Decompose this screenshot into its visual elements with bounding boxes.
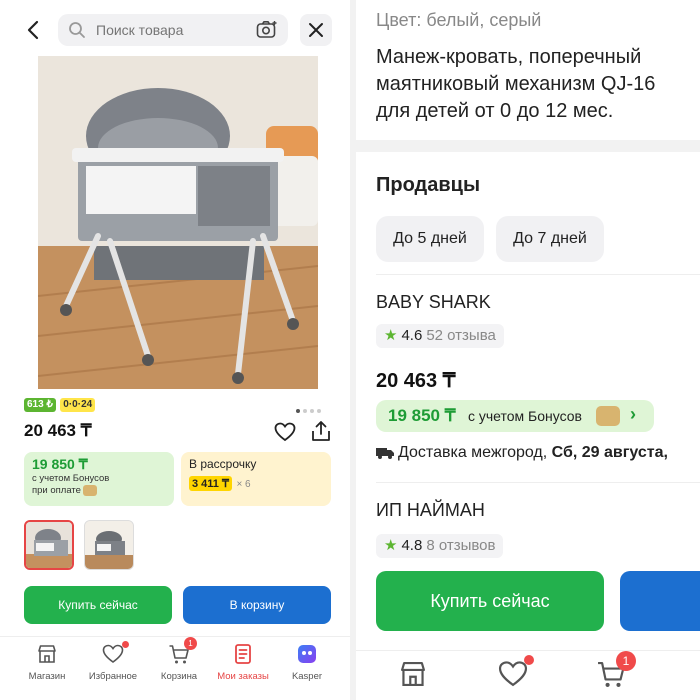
sellers-heading: Продавцы — [376, 174, 481, 196]
heart-icon — [274, 422, 296, 442]
badges-row: 613 ₺ 0·0·24 — [24, 398, 96, 412]
kasper-icon — [298, 645, 316, 663]
tab-favorites[interactable] — [498, 655, 534, 689]
notification-dot — [524, 655, 534, 665]
add-to-cart-button[interactable]: В корзину — [183, 586, 331, 624]
camera-search-icon[interactable] — [256, 20, 278, 40]
favorite-button[interactable] — [274, 422, 296, 442]
store-icon — [38, 645, 56, 663]
image-pager-dots — [296, 400, 326, 413]
divider — [376, 274, 700, 275]
share-icon — [312, 421, 330, 441]
badge-yellow: 0·0·24 — [60, 398, 96, 412]
thumbnail-selected[interactable] — [24, 520, 74, 570]
crib-illustration — [38, 56, 318, 389]
product-header: Цвет: белый, серый Манеж-кровать, попере… — [356, 0, 700, 140]
orders-icon — [235, 644, 251, 664]
tab-favorites[interactable]: Избранное — [80, 641, 146, 693]
installment-card[interactable]: В рассрочку 3 411 ₸ × 6 — [181, 452, 331, 506]
filter-chip-5-days[interactable]: До 5 дней — [376, 216, 484, 262]
chevron-right-icon: › — [630, 404, 636, 424]
heart-icon — [498, 661, 528, 687]
rating-value: 4.6 — [401, 327, 423, 344]
sellers-page-panel: Цвет: белый, серый Манеж-кровать, попере… — [356, 0, 700, 700]
tab-cart[interactable]: 1 Корзина — [146, 637, 212, 693]
tab-store[interactable]: Магазин — [14, 643, 80, 693]
bottom-tab-bar: Магазин Избранное 1 Корзина Мои заказы K… — [0, 636, 350, 700]
seller-name[interactable]: ИП НАЙМАН — [376, 500, 485, 521]
review-count: 52 отзыва — [426, 327, 496, 344]
tab-label: Корзина — [160, 671, 198, 682]
search-icon — [69, 22, 85, 38]
installment-multiplier: × 6 — [236, 479, 251, 490]
product-title: Манеж-кровать, поперечный маятниковый ме… — [376, 44, 700, 125]
star-icon: ★ — [384, 537, 398, 554]
notification-dot — [122, 641, 129, 648]
title-line: маятниковый механизм QJ-16 — [376, 73, 656, 95]
top-bar — [0, 0, 350, 58]
product-page-panel: 613 ₺ 0·0·24 20 463 ₸ 19 850 ₸ с учетом … — [0, 0, 350, 700]
product-image[interactable] — [38, 56, 318, 389]
title-line: для детей от 0 до 12 мес. — [376, 100, 614, 122]
delivery-date: Сб, 29 августа, — [551, 444, 668, 461]
store-icon — [401, 662, 425, 686]
heart-icon — [102, 644, 124, 663]
tab-cart[interactable]: 1 — [596, 651, 636, 689]
search-box[interactable] — [58, 14, 288, 46]
bottom-tab-bar: 1 — [356, 650, 700, 700]
bonus-price: 19 850 ₸ — [388, 406, 456, 425]
search-input[interactable] — [96, 14, 246, 46]
buy-now-button[interactable]: Купить сейчас — [24, 586, 172, 624]
bonus-text: с учетом Бонусов — [468, 408, 582, 424]
seller-bonus-row[interactable]: 19 850 ₸ с учетом Бонусов › — [376, 400, 654, 432]
filter-chip-7-days[interactable]: До 7 дней — [496, 216, 604, 262]
title-line: Манеж-кровать, поперечный — [376, 46, 642, 68]
seller-name[interactable]: BABY SHARK — [376, 292, 491, 313]
tab-label: Мои заказы — [217, 671, 269, 682]
delivery-prefix: Доставка межгород, — [398, 444, 548, 461]
crib-thumbnail — [85, 521, 133, 569]
installment-label: В рассрочку — [189, 457, 257, 471]
installment-price: 3 411 ₸ — [189, 476, 232, 491]
tab-kasper[interactable]: Kasper — [274, 643, 340, 693]
thumbnail[interactable] — [84, 520, 134, 570]
tab-label: Kasper — [291, 671, 323, 682]
section-gap — [356, 140, 700, 152]
tab-label: Избранное — [88, 671, 138, 682]
product-price: 20 463 ₸ — [24, 421, 92, 440]
cart-count-badge: 1 — [616, 651, 636, 671]
tab-label: Магазин — [28, 671, 66, 682]
bonus-coin-icon — [596, 406, 620, 426]
star-icon: ★ — [384, 327, 398, 344]
cart-count-badge: 1 — [184, 637, 197, 650]
share-button[interactable] — [310, 420, 332, 442]
bonus-text-1: с учетом Бонусов — [32, 473, 110, 484]
tab-store[interactable] — [398, 659, 428, 689]
back-button[interactable] — [22, 18, 46, 42]
seller-price: 20 463 ₸ — [376, 370, 456, 392]
add-to-cart-button[interactable] — [620, 571, 700, 631]
bonus-coin-icon — [82, 485, 97, 496]
chevron-left-icon — [27, 20, 39, 40]
review-count: 8 отзывов — [426, 537, 496, 554]
close-button[interactable] — [300, 14, 332, 46]
truck-icon — [376, 447, 394, 459]
bonus-price: 19 850 ₸ — [32, 456, 88, 472]
divider — [376, 482, 700, 483]
seller-rating[interactable]: ★ 4.6 52 отзыва — [376, 324, 504, 348]
sellers-section: Продавцы До 5 дней До 7 дней BABY SHARK … — [356, 152, 700, 652]
product-color: Цвет: белый, серый — [376, 10, 542, 30]
close-icon — [309, 23, 323, 37]
screenshot-root: 613 ₺ 0·0·24 20 463 ₸ 19 850 ₸ с учетом … — [0, 0, 700, 700]
tab-my-orders[interactable]: Мои заказы — [210, 643, 276, 693]
badge-green: 613 ₺ — [24, 398, 56, 412]
buy-now-button[interactable]: Купить сейчас — [376, 571, 604, 631]
bonus-text-2: при оплате — [32, 485, 81, 497]
delivery-info: Доставка межгород, Сб, 29 августа, — [376, 444, 668, 462]
rating-value: 4.8 — [401, 537, 423, 554]
seller-rating[interactable]: ★ 4.8 8 отзывов — [376, 534, 504, 558]
bonus-price-card[interactable]: 19 850 ₸ с учетом Бонусов при оплате — [24, 452, 174, 506]
crib-thumbnail — [26, 522, 72, 568]
